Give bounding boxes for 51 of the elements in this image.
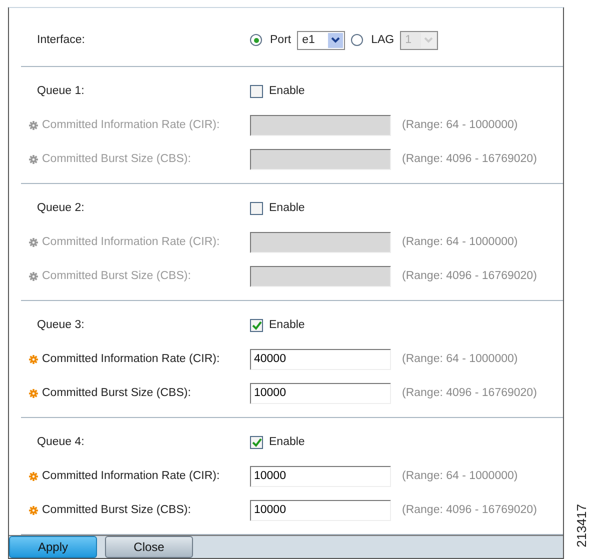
close-button[interactable]: Close bbox=[105, 536, 193, 558]
figure-number: 213417 bbox=[574, 504, 589, 547]
gear-icon bbox=[29, 154, 38, 164]
checkbox-label: Enable bbox=[269, 202, 305, 214]
queue-label: Queue 4: bbox=[36, 436, 86, 448]
gear-icon bbox=[29, 238, 38, 246]
input-field[interactable]: 10000 bbox=[250, 382, 391, 404]
input-field[interactable]: 10000 bbox=[250, 466, 391, 486]
range-hint: (Range: 64 - 1000000) bbox=[401, 236, 519, 248]
range-hint: (Range: 4096 - 16769020) bbox=[401, 504, 538, 516]
dropdown[interactable]: e1 bbox=[297, 30, 346, 50]
field-label: Committed Burst Size (CBS): bbox=[42, 387, 191, 399]
chevron-down-icon bbox=[331, 37, 340, 43]
range-hint: (Range: 64 - 1000000) bbox=[401, 119, 519, 131]
field-label: Committed Burst Size (CBS): bbox=[42, 504, 191, 516]
range-hint: (Range: 4096 - 16769020) bbox=[401, 387, 538, 399]
radio-button[interactable] bbox=[250, 34, 262, 46]
checkbox-label: Enable bbox=[269, 436, 305, 448]
field-label: Committed Burst Size (CBS): bbox=[42, 153, 191, 165]
checkbox[interactable] bbox=[250, 84, 263, 98]
gear-icon bbox=[29, 388, 38, 398]
input-field[interactable]: 40000 bbox=[250, 348, 391, 370]
chevron-down-icon bbox=[424, 37, 434, 43]
gear-icon bbox=[29, 120, 38, 130]
input-field[interactable]: 10000 bbox=[250, 500, 391, 520]
range-hint: (Range: 4096 - 16769020) bbox=[401, 270, 538, 282]
checkbox-label: Enable bbox=[269, 85, 305, 97]
gear-icon bbox=[29, 354, 38, 364]
checkbox[interactable] bbox=[250, 436, 263, 448]
field-label: Committed Information Rate (CIR): bbox=[42, 119, 220, 131]
queue-label: Queue 2: bbox=[36, 202, 86, 214]
range-hint: (Range: 64 - 1000000) bbox=[401, 470, 519, 482]
checkbox[interactable] bbox=[250, 318, 263, 332]
gear-icon bbox=[29, 506, 38, 514]
queue-label: Queue 1: bbox=[36, 85, 86, 97]
field-label: Interface: bbox=[36, 34, 86, 46]
checkbox[interactable] bbox=[250, 202, 263, 214]
queue-label: Queue 3: bbox=[36, 319, 86, 331]
radio-button[interactable] bbox=[351, 34, 364, 46]
field-label: Committed Information Rate (CIR): bbox=[42, 353, 220, 365]
field-label: Committed Information Rate (CIR): bbox=[42, 470, 220, 482]
radio-label: Port bbox=[270, 34, 292, 46]
checkbox-label: Enable bbox=[269, 319, 305, 331]
field-label: Committed Burst Size (CBS): bbox=[42, 270, 191, 282]
range-hint: (Range: 64 - 1000000) bbox=[401, 353, 519, 365]
gear-icon bbox=[29, 472, 38, 480]
gear-icon bbox=[29, 272, 38, 280]
apply-button[interactable]: Apply bbox=[9, 536, 97, 558]
range-hint: (Range: 4096 - 16769020) bbox=[401, 153, 538, 165]
radio-label: LAG bbox=[371, 34, 394, 46]
field-label: Committed Information Rate (CIR): bbox=[42, 236, 220, 248]
